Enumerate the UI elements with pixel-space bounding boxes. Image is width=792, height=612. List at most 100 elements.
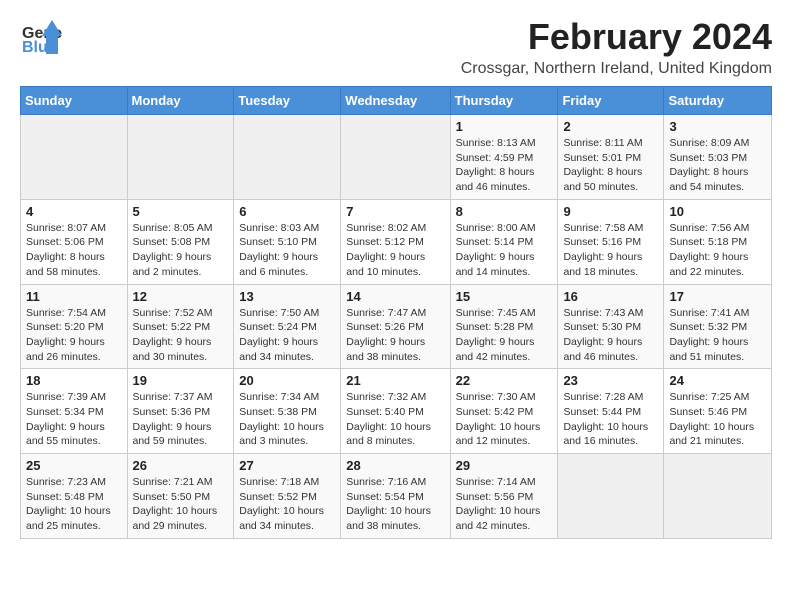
calendar-cell: 16 Sunrise: 7:43 AM Sunset: 5:30 PM Dayli…	[558, 284, 664, 369]
calendar-header: SundayMondayTuesdayWednesdayThursdayFrid…	[21, 87, 772, 115]
day-number: 9	[563, 204, 658, 219]
calendar-cell: 9 Sunrise: 7:58 AM Sunset: 5:16 PM Daylig…	[558, 199, 664, 284]
weekday-header-sunday: Sunday	[21, 87, 128, 115]
day-number: 23	[563, 373, 658, 388]
page-header: General Blue February 2024 Crossgar, Nor…	[20, 16, 772, 78]
day-number: 4	[26, 204, 122, 219]
calendar-cell: 7 Sunrise: 8:02 AM Sunset: 5:12 PM Daylig…	[341, 199, 450, 284]
day-number: 12	[133, 289, 229, 304]
day-info: Sunrise: 8:02 AM Sunset: 5:12 PM Dayligh…	[346, 221, 444, 280]
calendar-cell: 10Sunrise: 7:56 AM Sunset: 5:18 PM Dayli…	[664, 199, 772, 284]
day-info: Sunrise: 7:34 AM Sunset: 5:38 PM Dayligh…	[239, 390, 335, 449]
day-number: 29	[456, 458, 553, 473]
logo-icon: General Blue	[20, 16, 62, 58]
calendar-cell: 20Sunrise: 7:34 AM Sunset: 5:38 PM Dayli…	[234, 369, 341, 454]
calendar-cell: 18 Sunrise: 7:39 AM Sunset: 5:34 PM Dayli…	[21, 369, 128, 454]
day-number: 3	[669, 119, 766, 134]
calendar-cell: 13 Sunrise: 7:50 AM Sunset: 5:24 PM Dayli…	[234, 284, 341, 369]
calendar-cell	[341, 115, 450, 200]
weekday-header-wednesday: Wednesday	[341, 87, 450, 115]
day-number: 26	[133, 458, 229, 473]
calendar-cell: 23Sunrise: 7:28 AM Sunset: 5:44 PM Dayli…	[558, 369, 664, 454]
calendar-cell: 24 Sunrise: 7:25 AM Sunset: 5:46 PM Dayli…	[664, 369, 772, 454]
day-number: 27	[239, 458, 335, 473]
calendar-cell: 12 Sunrise: 7:52 AM Sunset: 5:22 PM Dayli…	[127, 284, 234, 369]
calendar-cell: 14 Sunrise: 7:47 AM Sunset: 5:26 PM Dayli…	[341, 284, 450, 369]
day-info: Sunrise: 7:54 AM Sunset: 5:20 PM Dayligh…	[26, 306, 122, 365]
day-number: 15	[456, 289, 553, 304]
calendar-cell: 5 Sunrise: 8:05 AM Sunset: 5:08 PM Daylig…	[127, 199, 234, 284]
calendar-cell: 3 Sunrise: 8:09 AM Sunset: 5:03 PM Daylig…	[664, 115, 772, 200]
day-number: 25	[26, 458, 122, 473]
day-info: Sunrise: 7:32 AM Sunset: 5:40 PM Dayligh…	[346, 390, 444, 449]
day-info: Sunrise: 7:39 AM Sunset: 5:34 PM Dayligh…	[26, 390, 122, 449]
day-info: Sunrise: 8:00 AM Sunset: 5:14 PM Dayligh…	[456, 221, 553, 280]
day-info: Sunrise: 7:47 AM Sunset: 5:26 PM Dayligh…	[346, 306, 444, 365]
day-number: 7	[346, 204, 444, 219]
calendar-cell: 1 Sunrise: 8:13 AM Sunset: 4:59 PM Daylig…	[450, 115, 558, 200]
day-info: Sunrise: 7:58 AM Sunset: 5:16 PM Dayligh…	[563, 221, 658, 280]
day-info: Sunrise: 7:45 AM Sunset: 5:28 PM Dayligh…	[456, 306, 553, 365]
day-number: 8	[456, 204, 553, 219]
day-info: Sunrise: 7:30 AM Sunset: 5:42 PM Dayligh…	[456, 390, 553, 449]
day-number: 2	[563, 119, 658, 134]
calendar-cell: 21Sunrise: 7:32 AM Sunset: 5:40 PM Dayli…	[341, 369, 450, 454]
calendar-cell: 28 Sunrise: 7:16 AM Sunset: 5:54 PM Dayli…	[341, 454, 450, 539]
day-number: 18	[26, 373, 122, 388]
calendar-cell: 4 Sunrise: 8:07 AM Sunset: 5:06 PM Daylig…	[21, 199, 128, 284]
day-number: 16	[563, 289, 658, 304]
day-info: Sunrise: 7:50 AM Sunset: 5:24 PM Dayligh…	[239, 306, 335, 365]
day-info: Sunrise: 7:52 AM Sunset: 5:22 PM Dayligh…	[133, 306, 229, 365]
logo: General Blue	[20, 16, 62, 58]
calendar-cell: 26 Sunrise: 7:21 AM Sunset: 5:50 PM Dayli…	[127, 454, 234, 539]
day-number: 11	[26, 289, 122, 304]
day-info: Sunrise: 7:21 AM Sunset: 5:50 PM Dayligh…	[133, 475, 229, 534]
day-info: Sunrise: 7:23 AM Sunset: 5:48 PM Dayligh…	[26, 475, 122, 534]
day-info: Sunrise: 8:05 AM Sunset: 5:08 PM Dayligh…	[133, 221, 229, 280]
day-info: Sunrise: 8:07 AM Sunset: 5:06 PM Dayligh…	[26, 221, 122, 280]
weekday-header-thursday: Thursday	[450, 87, 558, 115]
day-info: Sunrise: 7:14 AM Sunset: 5:56 PM Dayligh…	[456, 475, 553, 534]
calendar-cell: 8 Sunrise: 8:00 AM Sunset: 5:14 PM Daylig…	[450, 199, 558, 284]
day-number: 13	[239, 289, 335, 304]
day-info: Sunrise: 8:11 AM Sunset: 5:01 PM Dayligh…	[563, 136, 658, 195]
calendar-table: SundayMondayTuesdayWednesdayThursdayFrid…	[20, 86, 772, 539]
day-number: 22	[456, 373, 553, 388]
weekday-header-tuesday: Tuesday	[234, 87, 341, 115]
day-number: 17	[669, 289, 766, 304]
weekday-header-monday: Monday	[127, 87, 234, 115]
calendar-cell	[234, 115, 341, 200]
day-number: 5	[133, 204, 229, 219]
weekday-header-friday: Friday	[558, 87, 664, 115]
calendar-cell: 11 Sunrise: 7:54 AM Sunset: 5:20 PM Dayli…	[21, 284, 128, 369]
day-info: Sunrise: 7:43 AM Sunset: 5:30 PM Dayligh…	[563, 306, 658, 365]
day-number: 28	[346, 458, 444, 473]
day-number: 6	[239, 204, 335, 219]
calendar-cell: 19Sunrise: 7:37 AM Sunset: 5:36 PM Dayli…	[127, 369, 234, 454]
day-info: Sunrise: 7:25 AM Sunset: 5:46 PM Dayligh…	[669, 390, 766, 449]
calendar-cell: 22 Sunrise: 7:30 AM Sunset: 5:42 PM Dayli…	[450, 369, 558, 454]
calendar-cell: 25 Sunrise: 7:23 AM Sunset: 5:48 PM Dayli…	[21, 454, 128, 539]
day-number: 1	[456, 119, 553, 134]
title-block: February 2024 Crossgar, Northern Ireland…	[461, 16, 772, 78]
day-number: 14	[346, 289, 444, 304]
day-info: Sunrise: 7:56 AM Sunset: 5:18 PM Dayligh…	[669, 221, 766, 280]
calendar-cell	[664, 454, 772, 539]
calendar-cell	[558, 454, 664, 539]
calendar-cell: 17 Sunrise: 7:41 AM Sunset: 5:32 PM Dayli…	[664, 284, 772, 369]
calendar-cell: 2 Sunrise: 8:11 AM Sunset: 5:01 PM Daylig…	[558, 115, 664, 200]
calendar-cell: 15 Sunrise: 7:45 AM Sunset: 5:28 PM Dayli…	[450, 284, 558, 369]
day-info: Sunrise: 7:41 AM Sunset: 5:32 PM Dayligh…	[669, 306, 766, 365]
day-info: Sunrise: 8:13 AM Sunset: 4:59 PM Dayligh…	[456, 136, 553, 195]
day-info: Sunrise: 8:03 AM Sunset: 5:10 PM Dayligh…	[239, 221, 335, 280]
calendar-cell	[127, 115, 234, 200]
day-info: Sunrise: 7:16 AM Sunset: 5:54 PM Dayligh…	[346, 475, 444, 534]
calendar-cell	[21, 115, 128, 200]
day-info: Sunrise: 8:09 AM Sunset: 5:03 PM Dayligh…	[669, 136, 766, 195]
location-subtitle: Crossgar, Northern Ireland, United Kingd…	[461, 60, 772, 78]
day-number: 24	[669, 373, 766, 388]
calendar-cell: 27 Sunrise: 7:18 AM Sunset: 5:52 PM Dayli…	[234, 454, 341, 539]
day-info: Sunrise: 7:18 AM Sunset: 5:52 PM Dayligh…	[239, 475, 335, 534]
day-number: 19	[133, 373, 229, 388]
weekday-header-saturday: Saturday	[664, 87, 772, 115]
